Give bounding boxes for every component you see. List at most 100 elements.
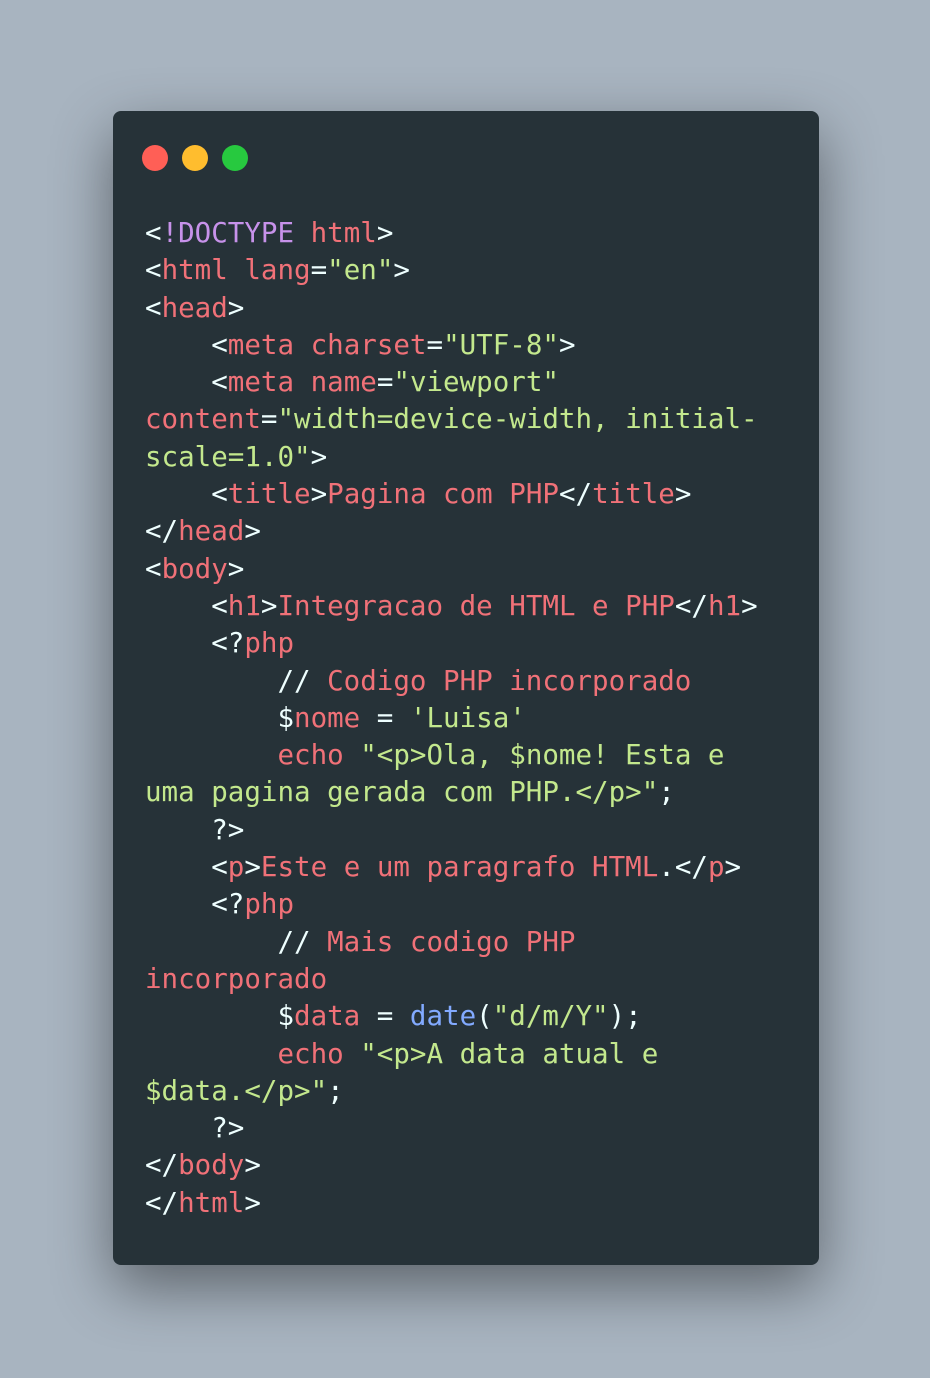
code-token: = <box>376 366 394 399</box>
code-line: <meta charset="UTF-8"> <box>145 327 795 364</box>
code-line: <?php <box>145 625 795 662</box>
code-line: <h1>Integracao de HTML e PHP</h1> <box>145 588 795 625</box>
code-token: <? <box>145 627 245 660</box>
code-line: scale=1.0"> <box>145 439 795 476</box>
code-token: h1 <box>707 589 742 622</box>
code-token: "viewport" <box>393 366 559 399</box>
code-token: meta <box>227 328 295 361</box>
code-token: > <box>260 589 278 622</box>
code-token: < <box>145 851 228 884</box>
code-token: "UTF-8" <box>443 328 559 361</box>
code-token: data <box>294 1000 361 1033</box>
code-line: // Codigo PHP incorporado <box>145 663 795 700</box>
code-token: scale=1.0" <box>145 440 311 473</box>
code-line: <title>Pagina com PHP</title> <box>145 476 795 513</box>
code-token: uma pagina gerada com PHP.</p>" <box>145 776 659 809</box>
code-token: meta <box>227 366 295 399</box>
code-token: = <box>360 1000 410 1033</box>
code-token: > <box>244 1186 261 1219</box>
code-token: $ <box>145 1000 295 1033</box>
code-token: charset <box>310 328 427 361</box>
code-token: php <box>244 627 295 660</box>
code-token: > <box>376 217 394 249</box>
code-token: // <box>145 925 328 958</box>
code-block: <!DOCTYPE html> <html lang="en"> <head> <m… <box>145 215 795 1222</box>
code-token: > <box>227 552 245 585</box>
code-line: echo "<p>Ola, $nome! Esta e <box>145 737 795 774</box>
code-token: "d/m/Y" <box>492 1000 609 1033</box>
code-token: < <box>145 217 162 249</box>
code-line: <body> <box>145 551 795 588</box>
code-line: $data = date("d/m/Y"); <box>145 998 795 1035</box>
code-token: = <box>310 254 328 287</box>
code-line: </body> <box>145 1147 795 1184</box>
code-token: $ <box>145 701 295 734</box>
code-token: php <box>244 888 295 921</box>
code-token: "<p>A data atual e <box>360 1037 659 1070</box>
code-token: p <box>227 851 245 884</box>
code-token: > <box>558 328 576 361</box>
code-token: > <box>244 851 261 884</box>
code-token: html <box>161 254 228 287</box>
code-line: <head> <box>145 290 795 327</box>
code-token: head <box>178 515 245 548</box>
code-token: "<p>Ola, $nome! Esta e <box>360 739 725 772</box>
code-token: ?> <box>145 813 245 846</box>
code-window: <!DOCTYPE html> <html lang="en"> <head> <m… <box>113 111 819 1265</box>
maximize-dot-icon[interactable] <box>222 145 248 171</box>
code-token: < <box>145 478 228 511</box>
code-token: Integracao de HTML e PHP <box>277 589 675 622</box>
code-token: 'Luisa' <box>409 701 526 734</box>
code-token: </ <box>145 1186 179 1219</box>
code-token: ?> <box>145 1112 245 1145</box>
code-line: ?> <box>145 812 795 849</box>
code-token: title <box>592 478 675 511</box>
code-token: title <box>227 478 311 511</box>
code-line: <p>Este e um paragrafo HTML.</p> <box>145 849 795 886</box>
code-token: > <box>227 291 245 324</box>
code-token: echo <box>277 1037 344 1070</box>
code-token: > <box>244 1149 261 1182</box>
code-token: ; <box>658 776 675 809</box>
code-token: nome <box>294 701 361 734</box>
code-token: date <box>409 1000 477 1033</box>
code-token: // <box>145 664 328 697</box>
code-token: < <box>145 366 228 399</box>
code-line: incorporado <box>145 961 795 998</box>
code-token: </ <box>145 1149 179 1182</box>
code-token: h1 <box>227 589 261 622</box>
code-token: = <box>360 701 410 734</box>
code-token: > <box>741 589 758 622</box>
code-token: p <box>707 851 725 884</box>
code-token: < <box>145 589 228 622</box>
code-token: Mais codigo PHP <box>327 925 576 958</box>
code-token: content <box>145 403 261 436</box>
code-token: > <box>244 515 261 548</box>
minimize-dot-icon[interactable] <box>182 145 208 171</box>
code-token: ; <box>327 1074 344 1107</box>
code-line: // Mais codigo PHP <box>145 924 795 961</box>
close-dot-icon[interactable] <box>142 145 168 171</box>
code-token: "width=device-width, initial- <box>277 403 758 436</box>
code-token: Pagina com PHP <box>327 478 559 511</box>
code-token: html <box>178 1186 245 1219</box>
code-line: <html lang="en"> <box>145 252 795 289</box>
code-token: > <box>724 851 742 884</box>
code-token: Este e um paragrafo HTML <box>260 851 659 884</box>
code-token: > <box>310 478 328 511</box>
code-token: lang <box>244 254 311 287</box>
code-line: uma pagina gerada com PHP.</p>"; <box>145 774 795 811</box>
code-token: </ <box>674 589 708 622</box>
code-line: ?> <box>145 1110 795 1147</box>
code-token: > <box>310 440 328 473</box>
code-token: head <box>161 291 228 324</box>
code-line: </head> <box>145 513 795 550</box>
code-token: !DOCTYPE <box>161 217 295 249</box>
code-token: body <box>161 552 228 585</box>
